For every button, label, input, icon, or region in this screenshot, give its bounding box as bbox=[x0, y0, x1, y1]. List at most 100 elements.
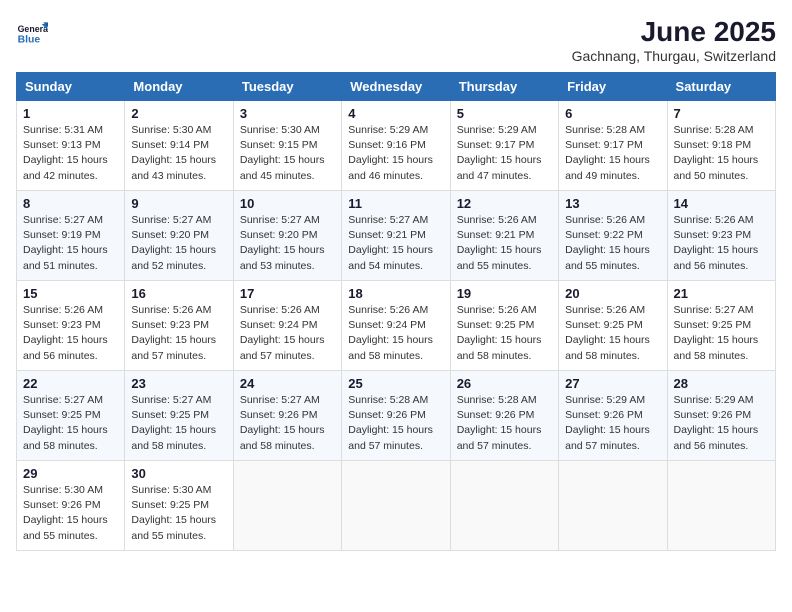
day-number: 29 bbox=[23, 466, 118, 481]
calendar-cell bbox=[233, 461, 341, 551]
daylight-label: Daylight: 15 hours bbox=[674, 244, 759, 256]
sunrise-label: Sunrise: 5:30 AM bbox=[240, 124, 320, 136]
daylight-label: Daylight: 15 hours bbox=[565, 244, 650, 256]
daylight-label: Daylight: 15 hours bbox=[131, 154, 216, 166]
daylight-label: Daylight: 15 hours bbox=[131, 424, 216, 436]
sunset-label: Sunset: 9:17 PM bbox=[565, 139, 643, 151]
sunrise-label: Sunrise: 5:28 AM bbox=[348, 394, 428, 406]
daylight-label: Daylight: 15 hours bbox=[240, 424, 325, 436]
day-info: Sunrise: 5:30 AM Sunset: 9:14 PM Dayligh… bbox=[131, 123, 226, 184]
sunrise-label: Sunrise: 5:29 AM bbox=[565, 394, 645, 406]
sunset-label: Sunset: 9:21 PM bbox=[457, 229, 535, 241]
daylight-label: Daylight: 15 hours bbox=[23, 154, 108, 166]
daylight-minutes: and 49 minutes. bbox=[565, 170, 640, 182]
day-info: Sunrise: 5:27 AM Sunset: 9:25 PM Dayligh… bbox=[674, 303, 769, 364]
calendar-cell: 1 Sunrise: 5:31 AM Sunset: 9:13 PM Dayli… bbox=[17, 101, 125, 191]
calendar-cell: 17 Sunrise: 5:26 AM Sunset: 9:24 PM Dayl… bbox=[233, 281, 341, 371]
daylight-label: Daylight: 15 hours bbox=[131, 334, 216, 346]
calendar-cell: 11 Sunrise: 5:27 AM Sunset: 9:21 PM Dayl… bbox=[342, 191, 450, 281]
day-info: Sunrise: 5:26 AM Sunset: 9:22 PM Dayligh… bbox=[565, 213, 660, 274]
calendar-cell: 24 Sunrise: 5:27 AM Sunset: 9:26 PM Dayl… bbox=[233, 371, 341, 461]
day-info: Sunrise: 5:28 AM Sunset: 9:17 PM Dayligh… bbox=[565, 123, 660, 184]
daylight-label: Daylight: 15 hours bbox=[457, 154, 542, 166]
sunrise-label: Sunrise: 5:26 AM bbox=[457, 304, 537, 316]
sunrise-label: Sunrise: 5:27 AM bbox=[348, 214, 428, 226]
sunrise-label: Sunrise: 5:27 AM bbox=[23, 394, 103, 406]
sunrise-label: Sunrise: 5:26 AM bbox=[240, 304, 320, 316]
calendar-cell: 9 Sunrise: 5:27 AM Sunset: 9:20 PM Dayli… bbox=[125, 191, 233, 281]
location-subtitle: Gachnang, Thurgau, Switzerland bbox=[572, 48, 776, 64]
page-header: General Blue June 2025 Gachnang, Thurgau… bbox=[16, 16, 776, 64]
day-info: Sunrise: 5:30 AM Sunset: 9:15 PM Dayligh… bbox=[240, 123, 335, 184]
calendar-cell: 26 Sunrise: 5:28 AM Sunset: 9:26 PM Dayl… bbox=[450, 371, 558, 461]
daylight-minutes: and 54 minutes. bbox=[348, 260, 423, 272]
sunset-label: Sunset: 9:13 PM bbox=[23, 139, 101, 151]
sunset-label: Sunset: 9:26 PM bbox=[565, 409, 643, 421]
daylight-label: Daylight: 15 hours bbox=[131, 244, 216, 256]
sunset-label: Sunset: 9:24 PM bbox=[240, 319, 318, 331]
calendar-cell bbox=[450, 461, 558, 551]
calendar-cell: 25 Sunrise: 5:28 AM Sunset: 9:26 PM Dayl… bbox=[342, 371, 450, 461]
day-info: Sunrise: 5:26 AM Sunset: 9:21 PM Dayligh… bbox=[457, 213, 552, 274]
day-info: Sunrise: 5:27 AM Sunset: 9:25 PM Dayligh… bbox=[131, 393, 226, 454]
calendar-cell: 30 Sunrise: 5:30 AM Sunset: 9:25 PM Dayl… bbox=[125, 461, 233, 551]
week-row-1: 1 Sunrise: 5:31 AM Sunset: 9:13 PM Dayli… bbox=[17, 101, 776, 191]
daylight-label: Daylight: 15 hours bbox=[348, 154, 433, 166]
sunset-label: Sunset: 9:23 PM bbox=[23, 319, 101, 331]
sunset-label: Sunset: 9:20 PM bbox=[131, 229, 209, 241]
day-info: Sunrise: 5:29 AM Sunset: 9:16 PM Dayligh… bbox=[348, 123, 443, 184]
calendar-cell: 15 Sunrise: 5:26 AM Sunset: 9:23 PM Dayl… bbox=[17, 281, 125, 371]
daylight-minutes: and 53 minutes. bbox=[240, 260, 315, 272]
sunset-label: Sunset: 9:25 PM bbox=[131, 409, 209, 421]
col-wednesday: Wednesday bbox=[342, 73, 450, 101]
day-info: Sunrise: 5:29 AM Sunset: 9:26 PM Dayligh… bbox=[674, 393, 769, 454]
sunrise-label: Sunrise: 5:30 AM bbox=[131, 124, 211, 136]
daylight-minutes: and 45 minutes. bbox=[240, 170, 315, 182]
day-number: 27 bbox=[565, 376, 660, 391]
sunset-label: Sunset: 9:17 PM bbox=[457, 139, 535, 151]
calendar-cell bbox=[559, 461, 667, 551]
day-number: 30 bbox=[131, 466, 226, 481]
sunset-label: Sunset: 9:15 PM bbox=[240, 139, 318, 151]
calendar-cell: 16 Sunrise: 5:26 AM Sunset: 9:23 PM Dayl… bbox=[125, 281, 233, 371]
sunrise-label: Sunrise: 5:27 AM bbox=[131, 214, 211, 226]
sunrise-label: Sunrise: 5:26 AM bbox=[457, 214, 537, 226]
day-info: Sunrise: 5:28 AM Sunset: 9:26 PM Dayligh… bbox=[457, 393, 552, 454]
day-number: 5 bbox=[457, 106, 552, 121]
sunset-label: Sunset: 9:26 PM bbox=[674, 409, 752, 421]
sunrise-label: Sunrise: 5:30 AM bbox=[23, 484, 103, 496]
title-block: June 2025 Gachnang, Thurgau, Switzerland bbox=[572, 16, 776, 64]
sunrise-label: Sunrise: 5:28 AM bbox=[565, 124, 645, 136]
sunrise-label: Sunrise: 5:27 AM bbox=[240, 214, 320, 226]
calendar-cell: 27 Sunrise: 5:29 AM Sunset: 9:26 PM Dayl… bbox=[559, 371, 667, 461]
sunrise-label: Sunrise: 5:28 AM bbox=[457, 394, 537, 406]
calendar-cell bbox=[342, 461, 450, 551]
daylight-minutes: and 50 minutes. bbox=[674, 170, 749, 182]
sunrise-label: Sunrise: 5:30 AM bbox=[131, 484, 211, 496]
day-number: 8 bbox=[23, 196, 118, 211]
daylight-minutes: and 56 minutes. bbox=[674, 440, 749, 452]
calendar-cell: 8 Sunrise: 5:27 AM Sunset: 9:19 PM Dayli… bbox=[17, 191, 125, 281]
daylight-minutes: and 58 minutes. bbox=[674, 350, 749, 362]
daylight-minutes: and 46 minutes. bbox=[348, 170, 423, 182]
day-number: 17 bbox=[240, 286, 335, 301]
daylight-label: Daylight: 15 hours bbox=[23, 244, 108, 256]
sunset-label: Sunset: 9:24 PM bbox=[348, 319, 426, 331]
calendar-cell: 12 Sunrise: 5:26 AM Sunset: 9:21 PM Dayl… bbox=[450, 191, 558, 281]
day-info: Sunrise: 5:29 AM Sunset: 9:26 PM Dayligh… bbox=[565, 393, 660, 454]
day-info: Sunrise: 5:29 AM Sunset: 9:17 PM Dayligh… bbox=[457, 123, 552, 184]
sunrise-label: Sunrise: 5:26 AM bbox=[348, 304, 428, 316]
col-saturday: Saturday bbox=[667, 73, 775, 101]
daylight-minutes: and 55 minutes. bbox=[457, 260, 532, 272]
day-number: 28 bbox=[674, 376, 769, 391]
daylight-minutes: and 51 minutes. bbox=[23, 260, 98, 272]
daylight-label: Daylight: 15 hours bbox=[565, 154, 650, 166]
sunrise-label: Sunrise: 5:26 AM bbox=[565, 304, 645, 316]
day-info: Sunrise: 5:26 AM Sunset: 9:23 PM Dayligh… bbox=[674, 213, 769, 274]
day-info: Sunrise: 5:26 AM Sunset: 9:24 PM Dayligh… bbox=[240, 303, 335, 364]
day-info: Sunrise: 5:27 AM Sunset: 9:25 PM Dayligh… bbox=[23, 393, 118, 454]
daylight-minutes: and 56 minutes. bbox=[23, 350, 98, 362]
calendar-cell: 14 Sunrise: 5:26 AM Sunset: 9:23 PM Dayl… bbox=[667, 191, 775, 281]
day-info: Sunrise: 5:26 AM Sunset: 9:23 PM Dayligh… bbox=[23, 303, 118, 364]
day-info: Sunrise: 5:26 AM Sunset: 9:25 PM Dayligh… bbox=[457, 303, 552, 364]
